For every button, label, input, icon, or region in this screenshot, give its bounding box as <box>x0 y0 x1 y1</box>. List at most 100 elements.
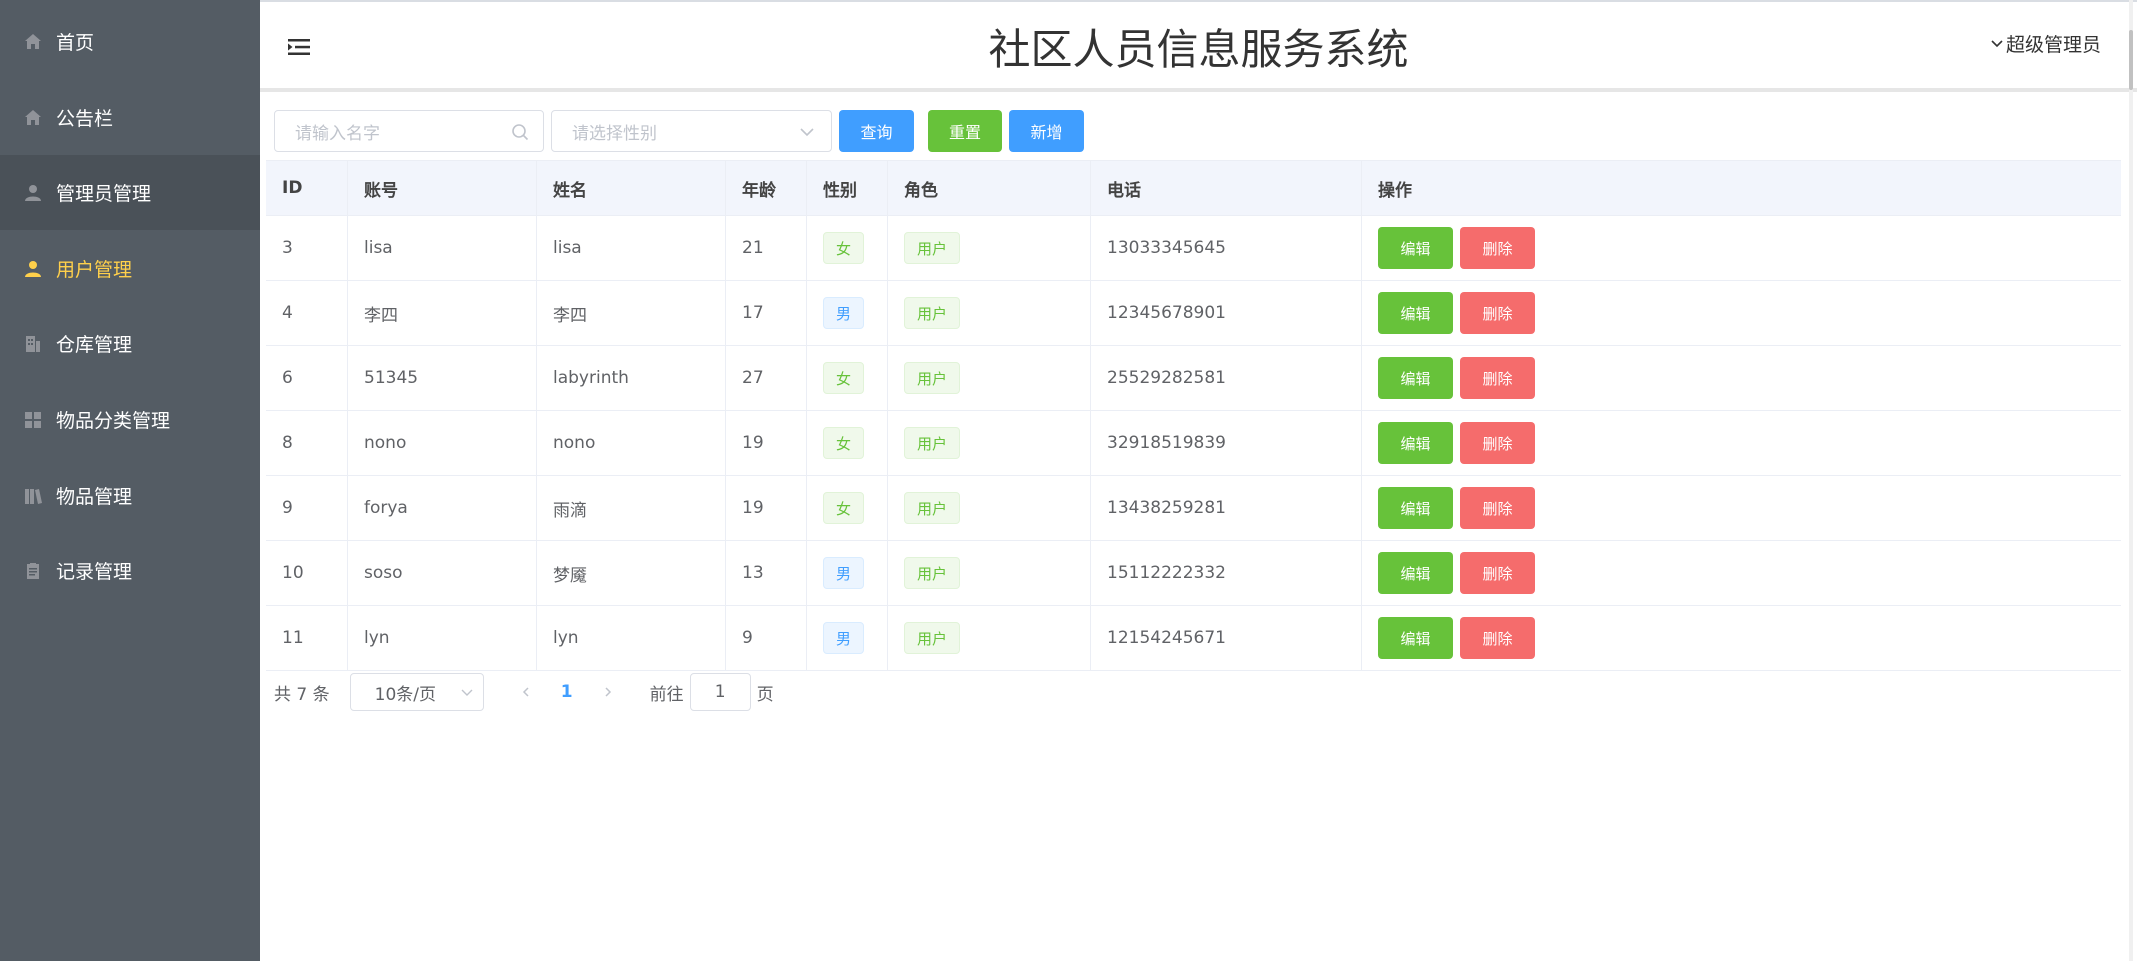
sidebar: 首页 公告栏 管理员管理 用户管理 仓库管理 物品分类管理 物品管理 记录管理 <box>0 0 260 961</box>
sidebar-item-label: 仓库管理 <box>56 334 133 356</box>
page-number-current[interactable]: 1 <box>552 682 582 702</box>
goto-page-input[interactable]: 1 <box>689 673 751 711</box>
cell-actions: 编辑 删除 <box>1362 606 2121 670</box>
sidebar-item-label: 物品管理 <box>56 486 133 508</box>
cell-account: 李四 <box>348 281 537 345</box>
cell-age: 27 <box>726 346 807 410</box>
cell-gender: 男 <box>807 541 888 605</box>
sidebar-item-label: 记录管理 <box>56 561 133 583</box>
cell-age: 19 <box>726 476 807 540</box>
cell-gender: 女 <box>807 216 888 280</box>
cell-actions: 编辑 删除 <box>1362 476 2121 540</box>
table-row: 3 lisa lisa 21 女用户 13033345645 编辑 删除 <box>266 216 2121 281</box>
cell-phone: 13438259281 <box>1091 476 1362 540</box>
chevron-left-icon <box>522 687 529 697</box>
goto-label: 前往 <box>649 684 684 705</box>
table-row: 6 51345 labyrinth 27 女用户 25529282581 编辑 删除 <box>266 346 2121 411</box>
clipboard-icon <box>22 560 44 582</box>
cell-gender: 女 <box>807 411 888 475</box>
scrollbar[interactable] <box>2129 0 2133 961</box>
column-header: 性别 <box>807 161 888 215</box>
page-title: 社区人员信息服务系统 <box>988 25 1409 74</box>
table-row: 8 nono nono 19 女用户 32918519839 编辑 删除 <box>266 411 2121 476</box>
pagination: 共 7 条 10条/页 1 前往 1 页 <box>274 672 774 712</box>
edit-button[interactable]: 编辑 <box>1378 292 1453 334</box>
sidebar-item-admin-management[interactable]: 管理员管理 <box>0 155 260 230</box>
cell-id: 6 <box>266 346 348 410</box>
edit-button[interactable]: 编辑 <box>1378 422 1453 464</box>
sidebar-item-label: 管理员管理 <box>56 183 152 205</box>
table-row: 10 soso 梦魇 13 男用户 15112222332 编辑 删除 <box>266 541 2121 606</box>
user-icon <box>22 258 44 280</box>
prev-page-button[interactable] <box>514 680 538 704</box>
cell-role: 用户 <box>888 476 1091 540</box>
sidebar-item-user-management[interactable]: 用户管理 <box>0 231 260 306</box>
edit-button[interactable]: 编辑 <box>1378 227 1453 269</box>
user-dropdown[interactable]: 超级管理员 <box>1990 30 2101 57</box>
cell-account: 51345 <box>348 346 537 410</box>
chevron-down-icon <box>800 128 814 137</box>
sidebar-item-home[interactable]: 首页 <box>0 4 260 79</box>
cell-account: nono <box>348 411 537 475</box>
total-count: 共 7 条 <box>274 684 330 705</box>
delete-button[interactable]: 删除 <box>1460 552 1535 594</box>
name-search-input[interactable]: 请输入名字 <box>274 110 544 152</box>
table-row: 9 forya 雨滴 19 女用户 13438259281 编辑 删除 <box>266 476 2121 541</box>
cell-name: 梦魇 <box>537 541 726 605</box>
delete-button[interactable]: 删除 <box>1460 227 1535 269</box>
chevron-down-icon <box>1991 39 2003 47</box>
cell-phone: 15112222332 <box>1091 541 1362 605</box>
edit-button[interactable]: 编辑 <box>1378 357 1453 399</box>
role-tag: 用户 <box>904 622 961 654</box>
edit-button[interactable]: 编辑 <box>1378 487 1453 529</box>
sidebar-item-record-management[interactable]: 记录管理 <box>0 533 260 608</box>
header: 社区人员信息服务系统 超级管理员 <box>260 0 2137 92</box>
sidebar-item-label: 物品分类管理 <box>56 410 171 432</box>
gender-tag: 女 <box>823 232 865 264</box>
sidebar-item-notice[interactable]: 公告栏 <box>0 80 260 155</box>
edit-button[interactable]: 编辑 <box>1378 552 1453 594</box>
cell-gender: 男 <box>807 606 888 670</box>
chevron-down-icon <box>461 689 473 696</box>
cell-role: 用户 <box>888 281 1091 345</box>
column-header: 姓名 <box>537 161 726 215</box>
delete-button[interactable]: 删除 <box>1460 617 1535 659</box>
reset-button[interactable]: 重置 <box>928 110 1002 152</box>
page-size-select[interactable]: 10条/页 <box>349 673 484 711</box>
cell-id: 4 <box>266 281 348 345</box>
cell-id: 8 <box>266 411 348 475</box>
sidebar-item-warehouse-management[interactable]: 仓库管理 <box>0 306 260 381</box>
cell-name: labyrinth <box>537 346 726 410</box>
grid-icon <box>22 409 44 431</box>
column-header: 年龄 <box>726 161 807 215</box>
delete-button[interactable]: 删除 <box>1460 357 1535 399</box>
gender-select-placeholder: 请选择性别 <box>572 123 657 144</box>
search-button[interactable]: 查询 <box>839 110 914 152</box>
delete-button[interactable]: 删除 <box>1460 292 1535 334</box>
cell-account: soso <box>348 541 537 605</box>
add-button[interactable]: 新增 <box>1009 110 1084 152</box>
cell-phone: 32918519839 <box>1091 411 1362 475</box>
role-tag: 用户 <box>904 297 961 329</box>
column-header: 操作 <box>1378 180 1412 201</box>
search-icon <box>512 124 529 141</box>
next-page-button[interactable] <box>596 680 620 704</box>
column-header: 角色 <box>888 161 1091 215</box>
delete-button[interactable]: 删除 <box>1460 422 1535 464</box>
sidebar-item-goods-management[interactable]: 物品管理 <box>0 458 260 533</box>
cell-age: 17 <box>726 281 807 345</box>
cell-age: 13 <box>726 541 807 605</box>
name-search-placeholder: 请输入名字 <box>295 123 380 144</box>
cell-name: lyn <box>537 606 726 670</box>
chevron-right-icon <box>605 687 611 697</box>
gender-select[interactable]: 请选择性别 <box>551 110 832 152</box>
edit-button[interactable]: 编辑 <box>1378 617 1453 659</box>
scrollbar-thumb[interactable] <box>2129 30 2133 90</box>
gender-tag: 女 <box>823 362 865 394</box>
sidebar-item-category-management[interactable]: 物品分类管理 <box>0 382 260 457</box>
sidebar-item-label: 公告栏 <box>56 108 114 130</box>
table-row: 11 lyn lyn 9 男用户 12154245671 编辑 删除 <box>266 606 2121 671</box>
cell-name: 李四 <box>537 281 726 345</box>
role-tag: 用户 <box>904 427 961 459</box>
delete-button[interactable]: 删除 <box>1460 487 1535 529</box>
